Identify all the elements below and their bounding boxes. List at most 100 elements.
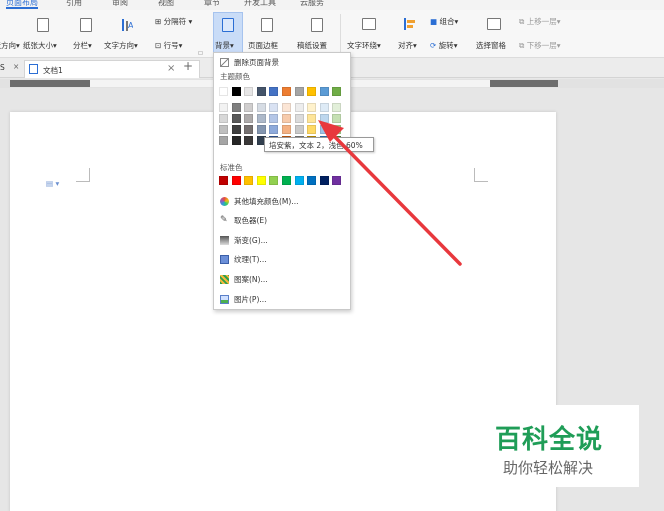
theme-shade-swatch[interactable] xyxy=(269,103,279,112)
picture-label: 图片(P)... xyxy=(234,294,267,304)
columns-button[interactable]: 分栏▾ xyxy=(73,40,92,51)
theme-shade-swatch[interactable] xyxy=(269,114,279,123)
theme-shade-swatch[interactable] xyxy=(307,103,317,112)
standard-color-swatch[interactable] xyxy=(307,176,317,185)
text-wrap-button[interactable]: 文字环绕▾ xyxy=(347,40,381,51)
tab-cloud[interactable]: 云服务 xyxy=(300,0,324,8)
theme-shade-swatch[interactable] xyxy=(282,103,291,112)
theme-shade-swatch[interactable] xyxy=(231,103,241,112)
theme-shade-swatch[interactable] xyxy=(244,136,254,145)
standard-color-swatch[interactable] xyxy=(231,176,241,185)
eyedropper-icon: ✎ xyxy=(220,214,228,225)
paragraph-format-icon[interactable]: ▤ ▾ xyxy=(46,179,59,188)
standard-color-swatch[interactable] xyxy=(319,176,329,185)
size-button[interactable]: 纸张大小▾ xyxy=(23,40,57,51)
theme-color-swatch[interactable] xyxy=(282,87,291,96)
theme-color-swatch[interactable] xyxy=(269,87,279,96)
theme-shade-swatch[interactable] xyxy=(256,125,266,134)
watermark-subtitle: 助你轻松解决 xyxy=(503,459,594,477)
standard-color-swatch[interactable] xyxy=(244,176,254,185)
standard-color-swatch[interactable] xyxy=(282,176,291,185)
select-pane-button[interactable]: 选择窗格 xyxy=(476,40,506,51)
close-tab-icon[interactable]: × xyxy=(167,63,175,74)
tab-page-layout[interactable]: 页面布局 xyxy=(6,0,38,9)
theme-color-swatch[interactable] xyxy=(219,87,228,96)
theme-shade-swatch[interactable] xyxy=(332,114,342,123)
theme-shade-swatch[interactable] xyxy=(231,136,241,145)
orientation-button[interactable]: 纸张方向▾ xyxy=(0,40,20,51)
theme-shade-swatch[interactable] xyxy=(219,136,228,145)
theme-color-swatch[interactable] xyxy=(256,87,266,96)
theme-shade-swatch[interactable] xyxy=(282,114,291,123)
background-label: 背景 xyxy=(215,41,230,50)
theme-shade-swatch[interactable] xyxy=(256,114,266,123)
line-number-button[interactable]: ⊡ 行号▾ xyxy=(155,40,182,51)
rotate-button[interactable]: ⟳ 旋转▾ xyxy=(430,40,457,51)
theme-color-swatch[interactable] xyxy=(294,87,304,96)
theme-color-swatch[interactable] xyxy=(319,87,329,96)
new-tab-button[interactable]: + xyxy=(183,59,193,73)
theme-shade-swatch[interactable] xyxy=(282,125,291,134)
picture-item[interactable]: 图片(P)... xyxy=(220,292,267,306)
theme-shade-swatch[interactable] xyxy=(294,103,304,112)
gradient-label: 渐变(G)... xyxy=(234,235,268,245)
standard-color-swatch[interactable] xyxy=(219,176,228,185)
eyedropper-label: 取色器(E) xyxy=(234,215,268,225)
tab-document1[interactable]: 文档1 × xyxy=(24,60,200,78)
theme-shade-swatch[interactable] xyxy=(307,125,317,134)
standard-color-swatch[interactable] xyxy=(256,176,266,185)
theme-shade-swatch[interactable] xyxy=(294,114,304,123)
theme-shade-swatch[interactable] xyxy=(319,114,329,123)
theme-shade-swatch[interactable] xyxy=(256,103,266,112)
gradient-item[interactable]: 渐变(G)... xyxy=(220,233,268,247)
theme-color-swatch[interactable] xyxy=(244,87,254,96)
prev-tab-close-icon[interactable]: × xyxy=(13,62,19,71)
text-direction-button[interactable]: 文字方向▾ xyxy=(104,40,138,51)
tab-prefix: S xyxy=(0,63,5,72)
tab-review[interactable]: 审阅 xyxy=(112,0,128,8)
page-border-button[interactable]: 页面边框 xyxy=(248,40,278,51)
theme-shade-swatch[interactable] xyxy=(269,125,279,134)
align-icon xyxy=(404,18,415,30)
tab-chapter[interactable]: 章节 xyxy=(204,0,220,8)
send-backward-button[interactable]: ⧉ 下移一层▾ xyxy=(519,40,561,51)
pattern-item[interactable]: 图案(N)... xyxy=(220,272,268,286)
standard-color-swatch[interactable] xyxy=(269,176,279,185)
paper-setting-button[interactable]: 稿纸设置 xyxy=(297,40,327,51)
standard-color-swatch[interactable] xyxy=(332,176,342,185)
theme-shade-swatch[interactable] xyxy=(244,114,254,123)
theme-color-swatch[interactable] xyxy=(307,87,317,96)
theme-shade-swatch[interactable] xyxy=(332,125,342,134)
section-break-button[interactable]: ⊞ 分隔符 ▾ xyxy=(155,16,192,27)
theme-shade-swatch[interactable] xyxy=(294,125,304,134)
tab-developer[interactable]: 开发工具 xyxy=(244,0,276,8)
tab-view[interactable]: 视图 xyxy=(158,0,174,8)
remove-background-item[interactable]: 删除页面背景 xyxy=(220,55,279,69)
theme-shade-swatch[interactable] xyxy=(319,103,329,112)
group-button[interactable]: ■ 组合▾ xyxy=(430,16,458,27)
theme-shade-swatch[interactable] xyxy=(219,103,228,112)
align-button[interactable]: 对齐▾ xyxy=(398,40,417,51)
bring-forward-button[interactable]: ⧉ 上移一层▾ xyxy=(519,16,561,27)
theme-shade-swatch[interactable] xyxy=(219,114,228,123)
group-label: 组合 xyxy=(439,17,455,26)
standard-color-swatch[interactable] xyxy=(294,176,304,185)
theme-shade-swatch[interactable] xyxy=(332,103,342,112)
theme-shade-swatch[interactable] xyxy=(319,125,329,134)
theme-shade-swatch[interactable] xyxy=(307,114,317,123)
theme-shade-swatch[interactable] xyxy=(231,125,241,134)
eyedropper-item[interactable]: ✎ 取色器(E) xyxy=(220,213,267,227)
theme-shade-swatch[interactable] xyxy=(231,114,241,123)
dialog-launcher-icon[interactable]: ▫ xyxy=(198,48,203,57)
theme-shade-swatch[interactable] xyxy=(244,125,254,134)
theme-shade-swatch[interactable] xyxy=(244,103,254,112)
theme-color-swatch[interactable] xyxy=(332,87,342,96)
theme-shade-swatch[interactable] xyxy=(219,125,228,134)
line-number-label: 行号 xyxy=(163,41,179,50)
theme-color-swatch[interactable] xyxy=(231,87,241,96)
texture-item[interactable]: 纹理(T)... xyxy=(220,252,267,266)
text-direction-label: 文字方向 xyxy=(104,41,134,50)
select-pane-icon xyxy=(487,18,501,30)
more-fill-colors-item[interactable]: 其他填充颜色(M)... xyxy=(220,194,298,208)
tab-references[interactable]: 引用 xyxy=(66,0,82,8)
